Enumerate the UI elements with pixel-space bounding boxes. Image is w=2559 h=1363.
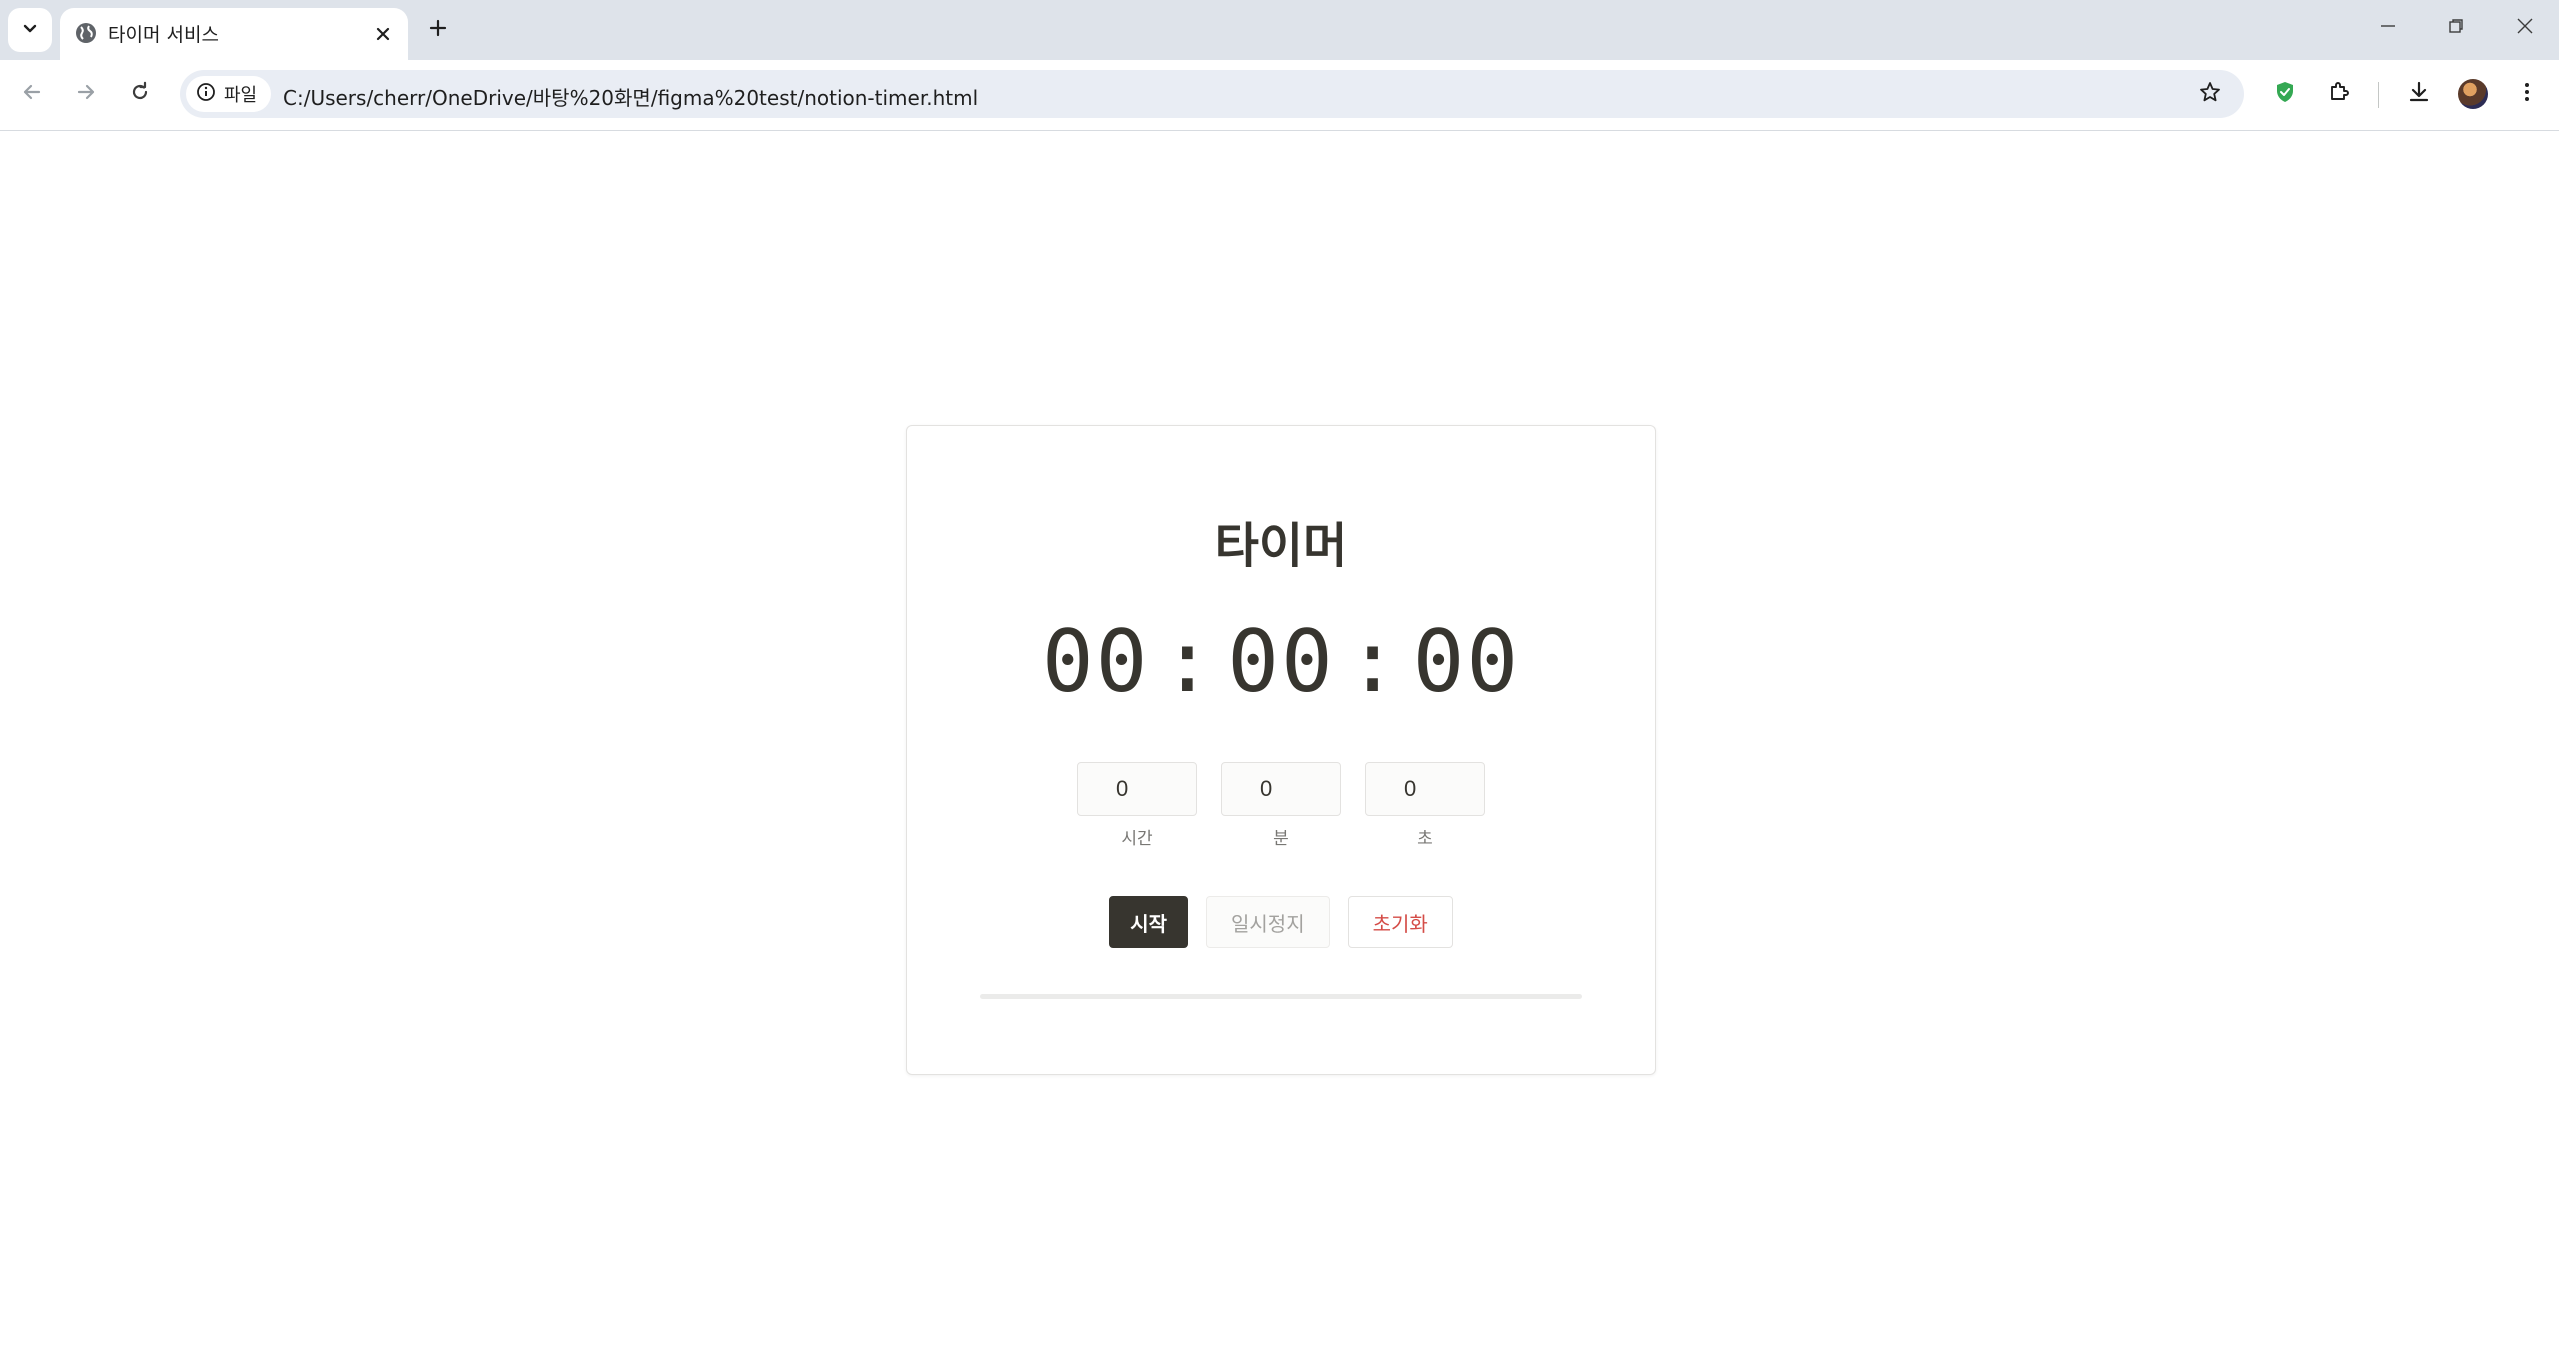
start-button[interactable]: 시작 [1109,896,1188,948]
new-tab-button[interactable] [418,12,458,48]
timer-display: 00 : 00 : 00 [907,612,1655,712]
tab-strip: 타이머 서비스 [0,0,2559,60]
display-seconds: 00 [1412,612,1521,712]
display-minutes: 00 [1227,612,1335,712]
shield-extension-button[interactable] [2265,74,2305,114]
download-icon [2407,80,2431,108]
more-vert-icon [2515,80,2539,108]
reload-icon [129,81,151,107]
puzzle-icon [2327,80,2351,108]
minutes-input[interactable] [1221,762,1341,816]
tab-title: 타이머 서비스 [108,24,219,46]
timer-card: 타이머 00 : 00 : 00 시간 분 초 시작 일시정지 초기화 [906,425,1656,1075]
shield-icon [2273,80,2297,108]
arrow-right-icon [75,81,97,107]
seconds-group: 초 [1365,762,1485,849]
menu-button[interactable] [2507,74,2547,114]
hours-label: 시간 [1121,829,1153,849]
profile-button[interactable] [2453,74,2493,114]
hours-group: 시간 [1077,762,1197,849]
display-separator: : [1346,612,1401,712]
arrow-left-icon [21,81,43,107]
display-separator: : [1161,612,1216,712]
minimize-icon [2379,17,2397,39]
tab-search-button[interactable] [8,8,52,52]
restore-icon [2447,17,2465,39]
star-icon [2198,80,2222,108]
plus-icon [428,18,448,42]
timer-controls: 시작 일시정지 초기화 [907,896,1655,948]
close-icon [2516,17,2534,39]
pause-button[interactable]: 일시정지 [1206,896,1330,948]
back-button[interactable] [12,74,52,114]
hours-input[interactable] [1077,762,1197,816]
site-chip-label: 파일 [224,85,258,106]
display-hours: 00 [1041,612,1150,712]
minimize-button[interactable] [2366,10,2410,46]
page-title: 타이머 [1214,518,1348,574]
extensions-button[interactable] [2319,74,2359,114]
tab-active[interactable]: 타이머 서비스 [60,8,408,60]
downloads-button[interactable] [2399,74,2439,114]
minutes-label: 분 [1273,829,1289,849]
bookmark-button[interactable] [2192,76,2228,112]
close-window-button[interactable] [2503,10,2547,46]
toolbar-separator [2378,82,2379,108]
minutes-group: 분 [1221,762,1341,849]
time-inputs: 시간 분 초 [907,762,1655,849]
close-tab-icon[interactable] [370,21,396,47]
site-info-chip[interactable]: 파일 [186,76,272,112]
globe-icon [74,21,98,45]
reset-button[interactable]: 초기화 [1347,896,1453,948]
address-bar[interactable]: 파일 C:/Users/cherr/OneDrive/바탕%20화면/figma… [180,70,2244,118]
seconds-input[interactable] [1365,762,1485,816]
forward-button[interactable] [66,74,106,114]
restore-button[interactable] [2434,10,2478,46]
url-text[interactable]: C:/Users/cherr/OneDrive/바탕%20화면/figma%20… [283,82,978,111]
info-icon [196,82,216,107]
progress-bar [980,994,1582,999]
avatar [2458,79,2488,109]
reload-button[interactable] [120,74,160,114]
chevron-down-icon [21,19,39,41]
browser-toolbar: 파일 C:/Users/cherr/OneDrive/바탕%20화면/figma… [0,60,2559,131]
seconds-label: 초 [1417,829,1433,849]
